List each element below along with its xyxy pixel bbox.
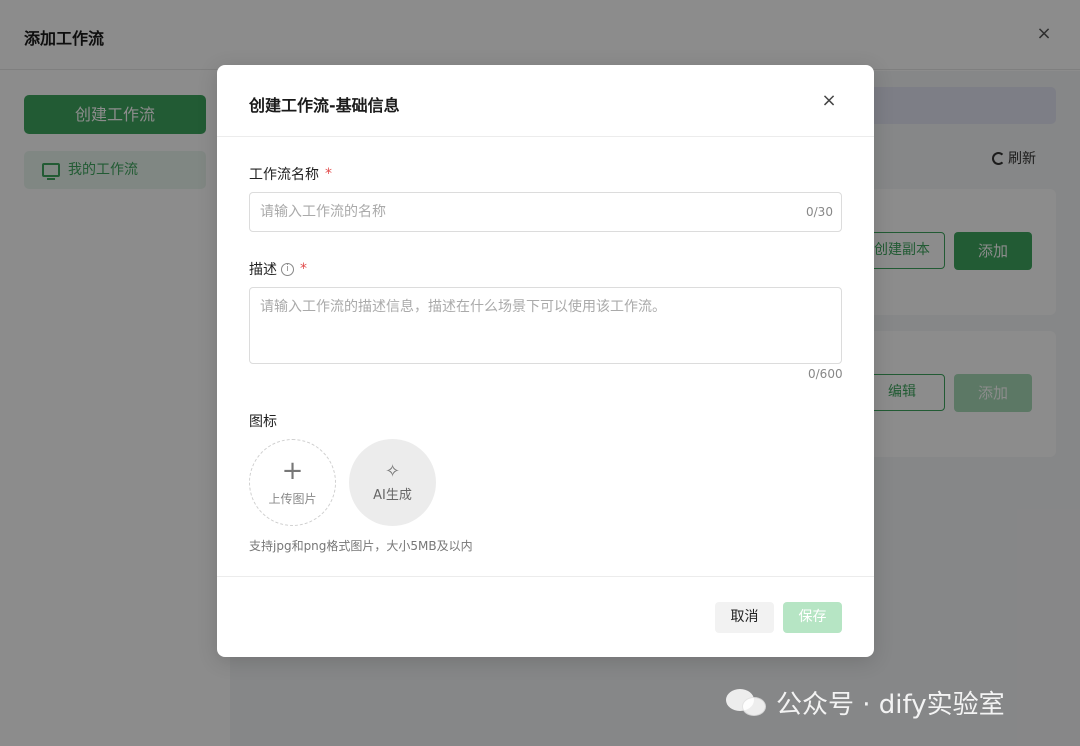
workflow-name-input[interactable] — [249, 192, 842, 232]
wechat-icon — [726, 687, 768, 719]
description-label-text: 描述 — [249, 262, 277, 278]
icon-hint: 支持jpg和png格式图片，大小5MB及以内 — [249, 539, 473, 553]
upload-label: 上传图片 — [268, 492, 317, 506]
plus-icon: + — [281, 456, 304, 486]
ai-generate-button[interactable]: ✧ AI生成 — [349, 439, 436, 526]
cancel-button[interactable]: 取消 — [715, 602, 774, 633]
name-char-count: 0/30 — [806, 205, 833, 219]
description-char-count: 0/600 — [808, 367, 843, 381]
required-mark: * — [300, 261, 307, 277]
upload-image-button[interactable]: + 上传图片 — [249, 439, 336, 526]
save-button[interactable]: 保存 — [783, 602, 842, 633]
info-icon[interactable]: i — [281, 262, 294, 276]
icon-label-text: 图标 — [249, 414, 277, 430]
ai-generate-label: AI生成 — [373, 488, 412, 503]
icon-field-label: 图标 — [249, 411, 277, 431]
description-textarea[interactable] — [249, 287, 842, 364]
create-workflow-dialog: 创建工作流-基础信息 × 工作流名称 * 0/30 描述 i * 0/600 图… — [217, 65, 874, 657]
dialog-title: 创建工作流-基础信息 — [249, 96, 400, 115]
watermark-text: 公众号 · dify实验室 — [776, 690, 1005, 720]
watermark: 公众号 · dify实验室 — [726, 684, 1005, 721]
magic-wand-icon: ✧ — [384, 461, 401, 482]
dialog-footer: 取消 保存 — [217, 576, 874, 657]
description-field-label: 描述 i * — [249, 259, 307, 279]
close-icon[interactable]: × — [819, 91, 839, 111]
name-label-text: 工作流名称 — [249, 167, 319, 183]
dialog-header: 创建工作流-基础信息 × — [217, 65, 874, 137]
required-mark: * — [325, 166, 332, 182]
name-field-label: 工作流名称 * — [249, 164, 332, 184]
